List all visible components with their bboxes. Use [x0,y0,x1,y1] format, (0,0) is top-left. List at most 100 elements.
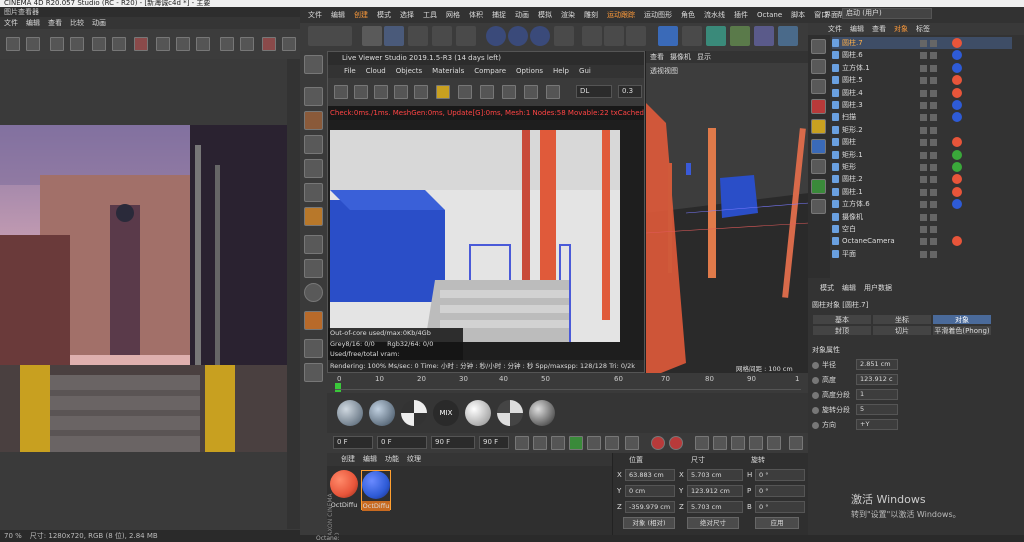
menu-render[interactable]: 渲染 [561,10,575,20]
lv-menu-objects[interactable]: Objects [396,65,422,78]
pv-menu-animation[interactable]: 动画 [92,17,106,29]
undo-icon[interactable] [308,26,352,46]
coord-system-icon[interactable] [554,26,574,46]
live-render-view[interactable] [330,130,620,342]
object-row[interactable]: 扫描 [832,111,1012,123]
pos-y-field[interactable]: 0 cm [625,485,675,497]
focus-icon[interactable] [480,85,494,99]
menu-script[interactable]: 脚本 [791,10,805,20]
film-icon[interactable] [92,37,106,51]
material-sphere-6-icon[interactable] [497,400,523,426]
enable-check-icon[interactable] [930,176,937,184]
material-tag-icon[interactable] [952,174,962,185]
menu-simulate[interactable]: 模拟 [538,10,552,20]
grid-icon[interactable] [304,363,323,382]
material-tag-icon[interactable] [952,137,962,148]
mat-menu-texture[interactable]: 纹理 [407,453,421,466]
menu-animate[interactable]: 动画 [515,10,529,20]
mat-menu-function[interactable]: 功能 [385,453,399,466]
octane-tab-icon[interactable] [811,139,826,154]
enable-check-icon[interactable] [930,139,937,147]
visibility-toggle[interactable] [920,201,927,209]
end-frame-field-2[interactable]: 90 F [479,436,509,449]
visibility-toggle[interactable] [920,52,927,60]
next-key-icon[interactable] [605,436,619,450]
enable-check-icon[interactable] [930,201,937,209]
z-axis-icon[interactable] [530,26,550,46]
gamma-field[interactable]: 0.3 [618,85,642,98]
image-icon[interactable] [50,37,64,51]
material-sphere-1-icon[interactable] [337,400,363,426]
lv-menu-file[interactable]: File [344,65,356,78]
axis-mode-icon[interactable] [304,235,323,254]
open-folder-icon[interactable] [6,37,20,51]
material-tag-icon[interactable] [952,162,962,172]
color-icon[interactable] [546,85,560,99]
pen-icon[interactable] [682,26,702,46]
lv-menu-gui[interactable]: Gui [579,65,591,78]
first-frame-icon[interactable] [515,436,529,450]
material-tag-icon[interactable] [952,38,962,48]
om-menu-edit[interactable]: 编辑 [850,23,864,35]
perspective-viewport[interactable]: 查看 摄像机 显示 透视视图 网格间距 : 100 cm [645,51,809,373]
start-frame-field[interactable]: 0 F [377,436,427,449]
material-sphere-2-icon[interactable] [369,400,395,426]
orientation-anim-dot[interactable] [812,422,819,429]
pv-menu-file[interactable]: 文件 [4,17,18,29]
picker-icon[interactable] [502,85,516,99]
key-pla-icon[interactable] [767,436,781,450]
visibility-toggle[interactable] [920,126,927,134]
visibility-toggle[interactable] [920,102,927,109]
frame-icon[interactable] [156,37,170,51]
tab-caps[interactable]: 封顶 [812,325,872,336]
send-scene-icon[interactable] [334,85,348,99]
material-tag-icon[interactable] [952,236,962,247]
autokey-icon[interactable] [669,436,683,450]
lv-menu-options[interactable]: Options [516,65,543,78]
lv-menu-cloud[interactable]: Cloud [366,65,386,78]
tab-basic[interactable]: 基本 [812,314,872,325]
polygons-mode-icon[interactable] [304,207,323,226]
lv-menu-materials[interactable]: Materials [432,65,464,78]
end-frame-field[interactable]: 90 F [431,436,475,449]
tab-phong[interactable]: 平滑着色(Phong) [932,325,992,336]
visibility-toggle[interactable] [920,77,927,85]
object-row[interactable]: 立方体.1 [832,62,1012,74]
menu-plugins[interactable]: 插件 [734,10,748,20]
render-icon[interactable] [604,26,624,46]
lv-menu-help[interactable]: Help [553,65,569,78]
scale-icon[interactable] [408,26,428,46]
visibility-toggle[interactable] [920,213,927,221]
object-row[interactable]: 圆柱.2 [832,173,1012,185]
visibility-toggle[interactable] [920,164,927,171]
material-item[interactable]: OctDiffu [361,470,391,511]
visibility-toggle[interactable] [920,40,927,47]
object-row[interactable]: 圆柱.7 [832,37,1012,50]
compare-icon[interactable] [112,37,126,51]
coord-mode-dropdown[interactable]: 对象 (相对) [623,517,675,529]
enable-check-icon[interactable] [930,250,937,258]
menu-sculpt[interactable]: 雕刻 [584,10,598,20]
arrow-up-icon[interactable] [282,37,296,51]
mograph-tab-icon[interactable] [811,179,826,194]
vp-menu-camera[interactable]: 摄像机 [670,51,691,63]
settings-gear-icon[interactable] [414,85,428,99]
am-menu-userdata[interactable]: 用户数据 [864,282,892,294]
enable-check-icon[interactable] [930,40,937,47]
enable-check-icon[interactable] [930,213,937,221]
menu-volume[interactable]: 体积 [469,10,483,20]
objects-tab-icon[interactable] [811,39,826,54]
render-settings-icon[interactable] [626,26,646,46]
menu-mograph[interactable]: 运动图形 [644,10,672,20]
record-icon[interactable] [651,436,665,450]
delete-icon[interactable] [262,37,276,51]
visibility-toggle[interactable] [920,139,927,147]
enable-check-icon[interactable] [930,164,937,171]
current-frame-field[interactable]: 0 F [333,436,373,449]
prev-key-icon[interactable] [533,436,547,450]
material-sphere-7-icon[interactable] [529,400,555,426]
clay-icon[interactable] [458,85,472,99]
content-tab-icon[interactable] [811,159,826,174]
snap-icon[interactable] [304,283,323,302]
material-tag-icon[interactable] [952,87,962,98]
